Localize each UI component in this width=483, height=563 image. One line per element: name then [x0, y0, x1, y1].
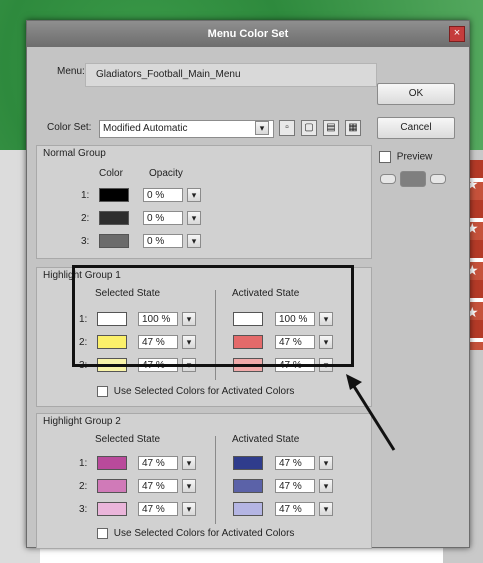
export-icon[interactable]: ▦: [345, 120, 361, 136]
activated-opacity-field[interactable]: 47 %: [275, 479, 315, 493]
normal-group-title: Normal Group: [43, 148, 106, 159]
chevron-down-icon[interactable]: ▾: [182, 502, 196, 516]
preview-icons: [380, 171, 446, 187]
preview-checkbox[interactable]: Preview: [379, 151, 432, 163]
opacity-field[interactable]: 0 %: [143, 188, 183, 202]
preview-left-icon: [380, 174, 396, 184]
checkbox-label: Use Selected Colors for Activated Colors: [113, 528, 295, 540]
cancel-button[interactable]: Cancel: [377, 117, 455, 139]
divider: [215, 436, 216, 524]
checkbox-icon[interactable]: [97, 386, 108, 397]
selected-opacity-field[interactable]: 47 %: [138, 456, 178, 470]
save-icon[interactable]: ▫: [279, 120, 295, 136]
activated-opacity-field[interactable]: 47 %: [275, 502, 315, 516]
use-selected-colors-checkbox[interactable]: Use Selected Colors for Activated Colors: [97, 386, 294, 397]
highlight-group-2-title: Highlight Group 2: [43, 416, 121, 427]
preview-center-icon: [400, 171, 426, 187]
color-set-select[interactable]: Modified Automatic: [99, 120, 274, 138]
selected-color-swatch[interactable]: [97, 456, 127, 470]
activated-color-swatch[interactable]: [233, 502, 263, 516]
color-swatch[interactable]: [99, 211, 129, 225]
checkbox-label: Use Selected Colors for Activated Colors: [113, 386, 295, 398]
activated-state-header: Activated State: [232, 434, 300, 445]
dialog-title: Menu Color Set: [27, 21, 469, 47]
use-selected-colors-checkbox[interactable]: Use Selected Colors for Activated Colors: [97, 528, 294, 539]
menu-name-field: Gladiators_Football_Main_Menu: [85, 63, 377, 87]
color-column-header: Color: [99, 168, 123, 179]
chevron-down-icon[interactable]: ▾: [187, 234, 201, 248]
selected-state-header: Selected State: [95, 434, 161, 445]
normal-group: Normal Group Color Opacity 1: 0 % ▾ 2: 0…: [36, 145, 372, 259]
checkbox-icon[interactable]: [379, 151, 391, 163]
chevron-down-icon[interactable]: ▾: [319, 456, 333, 470]
row-label: 2:: [79, 481, 88, 492]
selected-color-swatch[interactable]: [97, 502, 127, 516]
ok-button[interactable]: OK: [377, 83, 455, 105]
activated-color-swatch[interactable]: [233, 456, 263, 470]
opacity-column-header: Opacity: [149, 168, 183, 179]
color-swatch[interactable]: [99, 188, 129, 202]
highlight-group-2: Highlight Group 2 Selected State Activat…: [36, 413, 372, 549]
selected-color-swatch[interactable]: [97, 479, 127, 493]
row-label: 1:: [81, 190, 90, 201]
row-label: 3:: [79, 504, 88, 515]
checkbox-icon[interactable]: [97, 528, 108, 539]
import-icon[interactable]: ▤: [323, 120, 339, 136]
chevron-down-icon[interactable]: ▾: [187, 188, 201, 202]
chevron-down-icon[interactable]: ▾: [182, 456, 196, 470]
selected-opacity-field[interactable]: 47 %: [138, 479, 178, 493]
row-label: 3:: [81, 236, 90, 247]
menu-label: Menu:: [57, 66, 85, 77]
annotation-arrow-icon: [346, 374, 396, 451]
row-label: 1:: [79, 458, 88, 469]
color-swatch[interactable]: [99, 234, 129, 248]
preview-label: Preview: [396, 151, 433, 163]
chevron-down-icon[interactable]: ▾: [255, 121, 269, 135]
chevron-down-icon[interactable]: ▾: [182, 479, 196, 493]
preview-right-icon: [430, 174, 446, 184]
opacity-field[interactable]: 0 %: [143, 211, 183, 225]
annotation-rectangle: [72, 265, 354, 367]
activated-opacity-field[interactable]: 47 %: [275, 456, 315, 470]
row-label: 2:: [81, 213, 90, 224]
chevron-down-icon[interactable]: ▾: [187, 211, 201, 225]
delete-icon[interactable]: ▢: [301, 120, 317, 136]
selected-opacity-field[interactable]: 47 %: [138, 502, 178, 516]
opacity-field[interactable]: 0 %: [143, 234, 183, 248]
chevron-down-icon[interactable]: ▾: [319, 479, 333, 493]
chevron-down-icon[interactable]: ▾: [319, 502, 333, 516]
color-set-label: Color Set:: [47, 122, 92, 133]
close-icon[interactable]: ×: [449, 26, 465, 42]
activated-color-swatch[interactable]: [233, 479, 263, 493]
